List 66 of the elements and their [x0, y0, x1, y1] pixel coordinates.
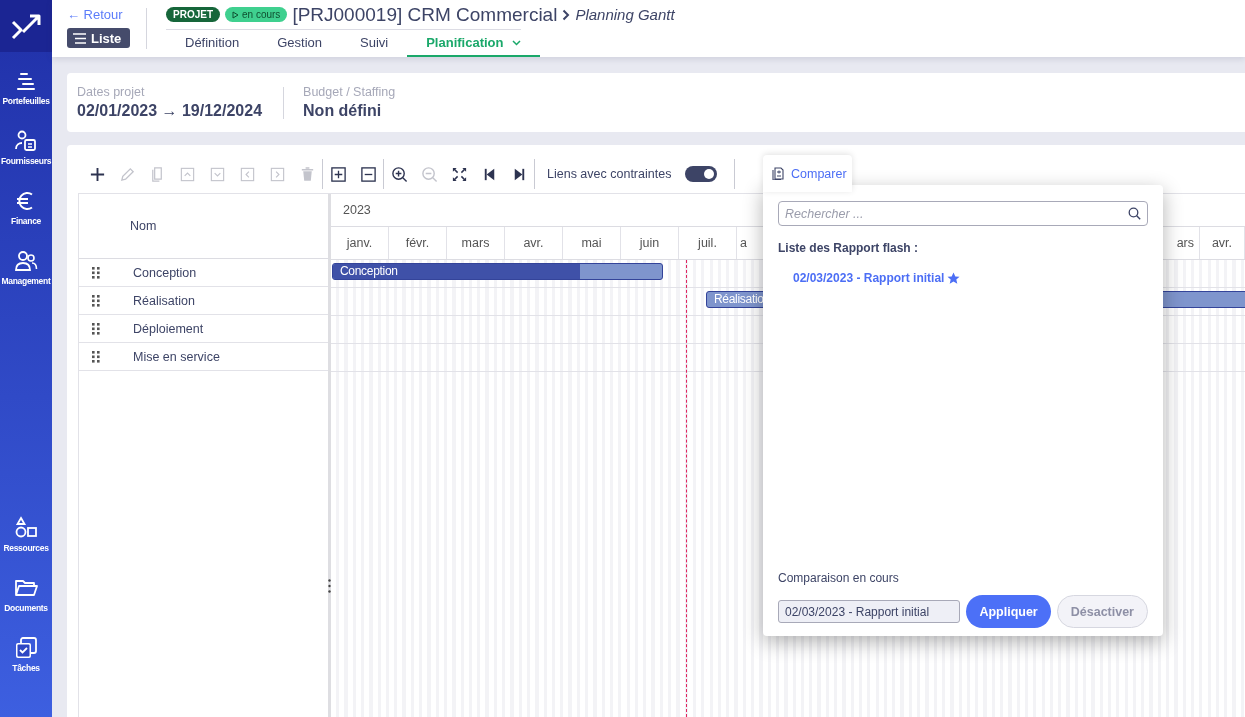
drag-handle-icon[interactable]	[92, 294, 100, 307]
minus-box-icon[interactable]	[359, 165, 377, 183]
month-label: févr.	[389, 227, 447, 259]
task-name: Réalisation	[133, 293, 195, 308]
task-name: Mise en service	[133, 349, 220, 364]
month-label: juin	[621, 227, 679, 259]
search-field[interactable]: Rechercher ...	[778, 201, 1148, 226]
current-comparison-label: Comparaison en cours	[778, 571, 900, 585]
expand-arrows-icon[interactable]	[450, 165, 468, 183]
people-icon[interactable]	[14, 248, 38, 273]
checkbox-stack-icon[interactable]	[14, 635, 38, 660]
task-bar[interactable]: Conception	[332, 263, 663, 280]
month-label: avr.	[1200, 227, 1245, 259]
month-label: mars	[447, 227, 505, 259]
nav-tab[interactable]: Définition	[166, 30, 259, 57]
shapes-icon[interactable]	[14, 515, 38, 540]
drag-handle-icon[interactable]	[92, 266, 100, 279]
type-badge: PROJET	[166, 7, 220, 22]
month-label: a	[739, 235, 748, 252]
report-link[interactable]: 02/03/2023 - Rapport initial	[793, 271, 1148, 285]
search-icon[interactable]	[1128, 207, 1141, 220]
back-link[interactable]: ← Retour	[67, 7, 146, 22]
drag-handle-icon[interactable]	[92, 350, 100, 363]
bar-label: Réalisatio	[714, 293, 764, 306]
field-value: Non défini	[303, 102, 383, 120]
nav-label[interactable]: Documents	[4, 602, 48, 613]
month-label: mai	[563, 227, 621, 259]
nav-label[interactable]: Ressources	[3, 542, 49, 553]
month-label: juil.	[679, 227, 737, 259]
page-subtitle: Planning Gantt	[575, 6, 675, 23]
plus-box-icon[interactable]	[329, 165, 347, 183]
nav-label[interactable]: Tâches	[12, 662, 40, 673]
list-button[interactable]: Liste	[67, 28, 130, 48]
status-badge: en cours	[225, 7, 288, 22]
nav-tab[interactable]: Suivi	[341, 30, 408, 57]
project-title: [PRJ000019] CRM Commercial	[292, 3, 558, 26]
nav-tab[interactable]: Gestion	[258, 30, 341, 57]
menu-icon	[73, 32, 86, 44]
drag-handle-icon[interactable]	[92, 322, 100, 335]
field-value: 02/01/2023 → 19/12/2024	[77, 102, 263, 120]
chevron-right-icon	[562, 8, 571, 21]
caret-icon	[511, 39, 521, 46]
column-header: Nom	[130, 219, 157, 233]
compare-tab[interactable]: Comparer	[763, 155, 852, 192]
constraints-toggle[interactable]	[685, 166, 718, 182]
year-label: 2023	[343, 203, 371, 217]
apply-button[interactable]: Appliquer	[966, 595, 1051, 628]
zoom-in-icon[interactable]	[390, 165, 408, 183]
month-label: avr.	[505, 227, 563, 259]
bar-label: Conception	[340, 265, 398, 278]
task-name: Conception	[133, 265, 197, 280]
field-label: Budget / Staffing	[303, 85, 396, 99]
person-document-icon[interactable]	[14, 128, 38, 153]
field-label: Dates projet	[77, 85, 146, 99]
current-comparison-field[interactable]: 02/03/2023 - Rapport initial	[778, 600, 961, 623]
plus-icon[interactable]	[88, 165, 106, 183]
nav-label[interactable]: Finance	[11, 215, 41, 226]
splitter-handle-icon[interactable]	[328, 578, 331, 593]
nav-label[interactable]: Portefeuilles	[2, 95, 50, 106]
nav-label[interactable]: Fournisseurs	[0, 155, 52, 166]
month-label: janv.	[331, 227, 389, 259]
toggle-label: Liens avec contraintes	[547, 167, 672, 181]
list-title: Liste des Rapport flash :	[778, 241, 920, 255]
task-name: Déploiement	[133, 321, 204, 336]
document-compare-icon	[772, 167, 785, 180]
nav-label[interactable]: Management	[1, 275, 51, 286]
